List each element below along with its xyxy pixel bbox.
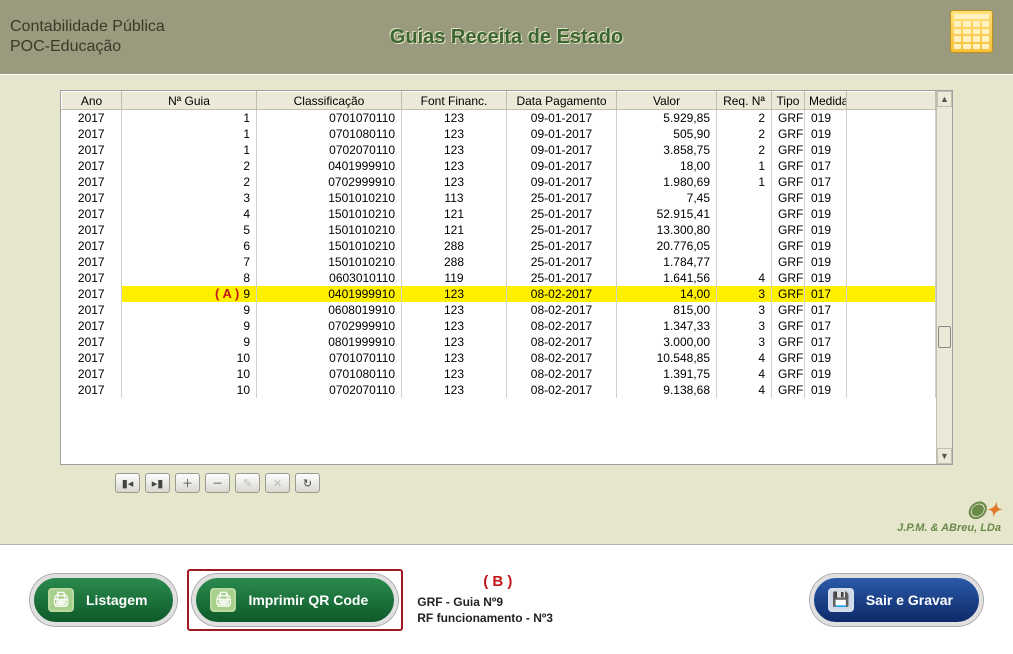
nav-edit-button[interactable]: ✎ bbox=[235, 473, 260, 493]
grid-header: Ano Nª Guia Classificação Font Financ. D… bbox=[62, 92, 936, 110]
app-header: Contabilidade Pública POC-Educação Guias… bbox=[0, 0, 1013, 75]
table-row[interactable]: 20176150101021028825-01-201720.776,05GRF… bbox=[62, 238, 936, 254]
sair-gravar-label: Sair e Gravar bbox=[866, 592, 953, 608]
table-row[interactable]: 20178060301011011925-01-20171.641,564GRF… bbox=[62, 270, 936, 286]
vendor-name: J.P.M. & ABreu, LDa bbox=[897, 522, 1001, 534]
table-row[interactable]: 20175150101021012125-01-201713.300,80GRF… bbox=[62, 222, 936, 238]
table-row[interactable]: 201710070207011012308-02-20179.138,684GR… bbox=[62, 382, 936, 398]
app-name-line1: Contabilidade Pública bbox=[10, 17, 165, 37]
nav-cancel-button[interactable]: ✕ bbox=[265, 473, 290, 493]
table-row[interactable]: 20171070108011012309-01-2017505,902GRF01… bbox=[62, 126, 936, 142]
table-row[interactable]: 201710070108011012308-02-20171.391,754GR… bbox=[62, 366, 936, 382]
table-row[interactable]: 20179080199991012308-02-20173.000,003GRF… bbox=[62, 334, 936, 350]
listagem-button[interactable]: 🖨 Listagem bbox=[30, 574, 177, 626]
footer-bar: 🖨 Listagem 🖨 Imprimir QR Code ( B ) GRF … bbox=[0, 544, 1013, 654]
col-spacer bbox=[847, 92, 936, 110]
table-row[interactable]: 20179060801991012308-02-2017815,003GRF01… bbox=[62, 302, 936, 318]
record-navigator: ▮◂ ▸▮ ＋ － ✎ ✕ ↻ bbox=[115, 473, 953, 493]
table-row[interactable]: 20179070299991012308-02-20171.347,333GRF… bbox=[62, 318, 936, 334]
table-row[interactable]: 20179040199991012308-02-201714,003GRF017 bbox=[62, 286, 936, 302]
col-data[interactable]: Data Pagamento bbox=[507, 92, 617, 110]
nav-last-button[interactable]: ▸▮ bbox=[145, 473, 170, 493]
scroll-down-arrow[interactable]: ▼ bbox=[937, 448, 952, 464]
nav-add-button[interactable]: ＋ bbox=[175, 473, 200, 493]
imprimir-qr-button[interactable]: 🖨 Imprimir QR Code bbox=[192, 574, 398, 626]
vertical-scrollbar[interactable]: ▲ ▼ bbox=[936, 91, 952, 464]
data-grid[interactable]: Ano Nª Guia Classificação Font Financ. D… bbox=[60, 90, 953, 465]
col-class[interactable]: Classificação bbox=[257, 92, 402, 110]
print-icon: 🖨 bbox=[48, 588, 74, 612]
save-icon: 💾 bbox=[828, 588, 854, 612]
table-row[interactable]: 201710070107011012308-02-201710.548,854G… bbox=[62, 350, 936, 366]
col-ano[interactable]: Ano bbox=[62, 92, 122, 110]
table-row[interactable]: 20172040199991012309-01-201718,001GRF017 bbox=[62, 158, 936, 174]
nav-first-button[interactable]: ▮◂ bbox=[115, 473, 140, 493]
table-row[interactable]: 20171070207011012309-01-20173.858,752GRF… bbox=[62, 142, 936, 158]
col-tipo[interactable]: Tipo bbox=[772, 92, 805, 110]
print-icon: 🖨 bbox=[210, 588, 236, 612]
info-line-2: RF funcionamento - Nº3 bbox=[417, 610, 553, 626]
page-title: Guias Receita de Estado bbox=[390, 26, 623, 49]
table-row[interactable]: 20173150101021011325-01-20177,45GRF019 bbox=[62, 190, 936, 206]
col-req[interactable]: Req. Nª bbox=[717, 92, 772, 110]
app-name: Contabilidade Pública POC-Educação bbox=[10, 17, 165, 57]
calculator-icon[interactable] bbox=[950, 10, 993, 53]
table-row[interactable]: 20177150101021028825-01-20171.784,77GRF0… bbox=[62, 254, 936, 270]
imprimir-qr-label: Imprimir QR Code bbox=[248, 592, 368, 608]
col-valor[interactable]: Valor bbox=[617, 92, 717, 110]
info-line-1: GRF - Guia Nº9 bbox=[417, 594, 553, 610]
nav-refresh-button[interactable]: ↻ bbox=[295, 473, 320, 493]
col-font[interactable]: Font Financ. bbox=[402, 92, 507, 110]
col-guia[interactable]: Nª Guia bbox=[122, 92, 257, 110]
table-row[interactable]: 20172070299991012309-01-20171.980,691GRF… bbox=[62, 174, 936, 190]
table-row[interactable]: 20171070107011012309-01-20175.929,852GRF… bbox=[62, 110, 936, 127]
scroll-thumb[interactable] bbox=[938, 326, 951, 348]
col-med[interactable]: Medida bbox=[805, 92, 847, 110]
vendor-logo: ◉✦ J.P.M. & ABreu, LDa bbox=[897, 496, 1001, 534]
sair-gravar-button[interactable]: 💾 Sair e Gravar bbox=[810, 574, 983, 626]
nav-remove-button[interactable]: － bbox=[205, 473, 230, 493]
scroll-up-arrow[interactable]: ▲ bbox=[937, 91, 952, 107]
listagem-label: Listagem bbox=[86, 592, 147, 608]
table-row[interactable]: 20174150101021012125-01-201752.915,41GRF… bbox=[62, 206, 936, 222]
footer-info: ( B ) GRF - Guia Nº9 RF funcionamento - … bbox=[417, 573, 553, 626]
qr-button-frame: 🖨 Imprimir QR Code bbox=[187, 569, 403, 631]
annotation-b: ( B ) bbox=[483, 573, 553, 590]
app-name-line2: POC-Educação bbox=[10, 37, 165, 57]
